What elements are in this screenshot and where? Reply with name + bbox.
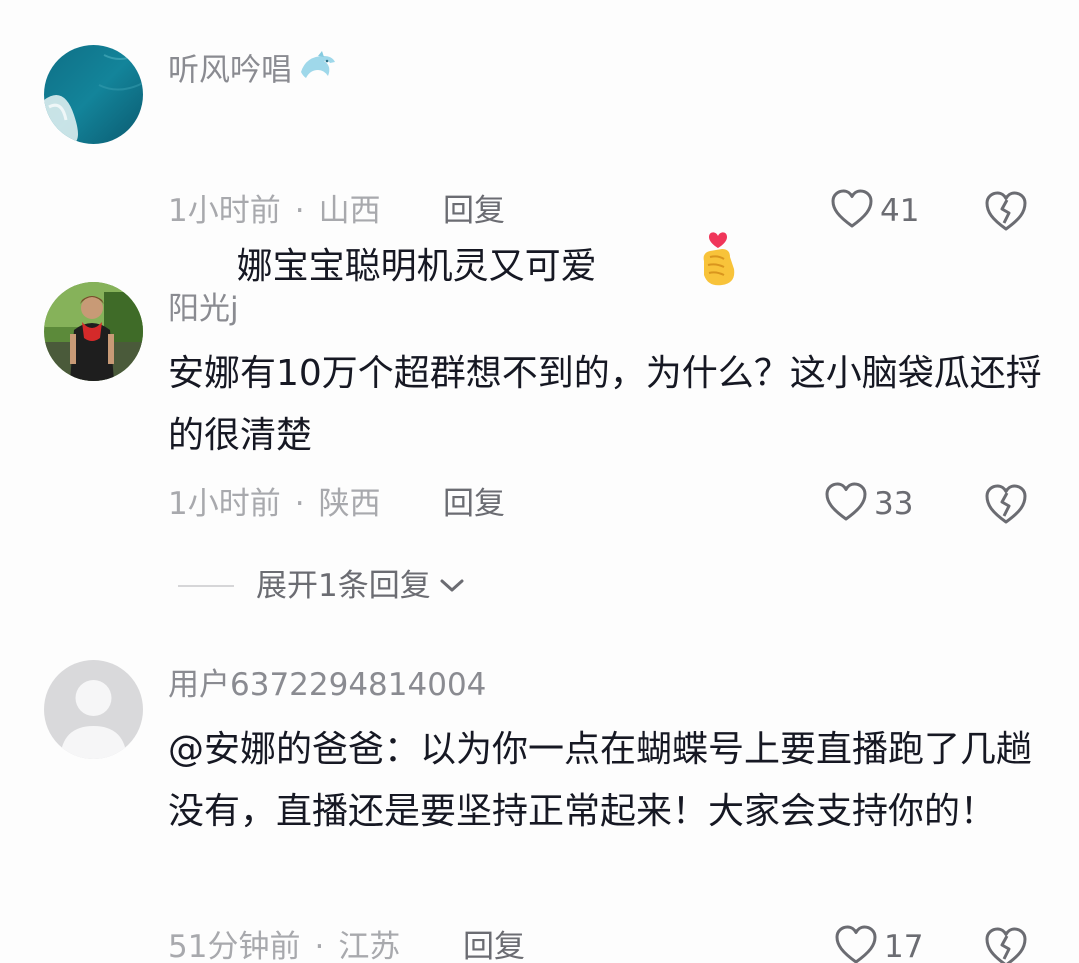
dolphin-icon: [298, 50, 338, 94]
reply-button[interactable]: 回复: [443, 484, 505, 524]
broken-heart-icon: [983, 927, 1029, 963]
chevron-down-icon: [439, 577, 465, 595]
like-button[interactable]: 33: [824, 481, 913, 527]
like-button[interactable]: 41: [830, 188, 919, 234]
finger-heart-emoji: [603, 165, 743, 371]
username[interactable]: 听风吟唱: [168, 50, 338, 94]
heart-icon: [830, 188, 874, 234]
dislike-button[interactable]: [983, 482, 1029, 528]
comment-list: 听风吟唱 娜宝宝聪明机灵又可爱 1小时前 · 山西 回复 41 阳光j 安娜有1…: [0, 0, 1079, 963]
username[interactable]: 用户6372294814004: [168, 665, 486, 705]
heart-icon: [834, 924, 878, 963]
divider: [178, 585, 234, 587]
dislike-button[interactable]: [983, 189, 1029, 235]
avatar[interactable]: [44, 45, 143, 144]
reply-button[interactable]: 回复: [443, 191, 505, 231]
avatar[interactable]: [44, 660, 143, 759]
dislike-button[interactable]: [983, 925, 1029, 963]
like-count: 17: [884, 929, 924, 963]
avatar[interactable]: [44, 282, 143, 381]
comment-meta: 1小时前 · 山西: [168, 193, 381, 229]
comment-meta: 1小时前 · 陕西: [168, 486, 381, 522]
username[interactable]: 阳光j: [168, 289, 239, 329]
heart-icon: [824, 481, 868, 527]
broken-heart-icon: [983, 484, 1029, 530]
like-button[interactable]: 17: [834, 924, 923, 963]
comment-text: 安娜有10万个超群想不到的，为什么？这小脑袋瓜还捋的很清楚: [168, 353, 1042, 456]
broken-heart-icon: [983, 191, 1029, 237]
comment-text: @安娜的爸爸：以为你一点在蝴蝶号上要直播跑了几趟没有，直播还是要坚持正常起来！大…: [168, 729, 1033, 832]
like-count: 33: [874, 486, 914, 522]
expand-replies-label: 展开1条回复: [256, 568, 431, 604]
reply-button[interactable]: 回复: [463, 927, 525, 963]
comment-meta: 51分钟前 · 江苏: [168, 929, 401, 963]
like-count: 41: [880, 193, 920, 229]
expand-replies-button[interactable]: 展开1条回复: [178, 566, 465, 606]
